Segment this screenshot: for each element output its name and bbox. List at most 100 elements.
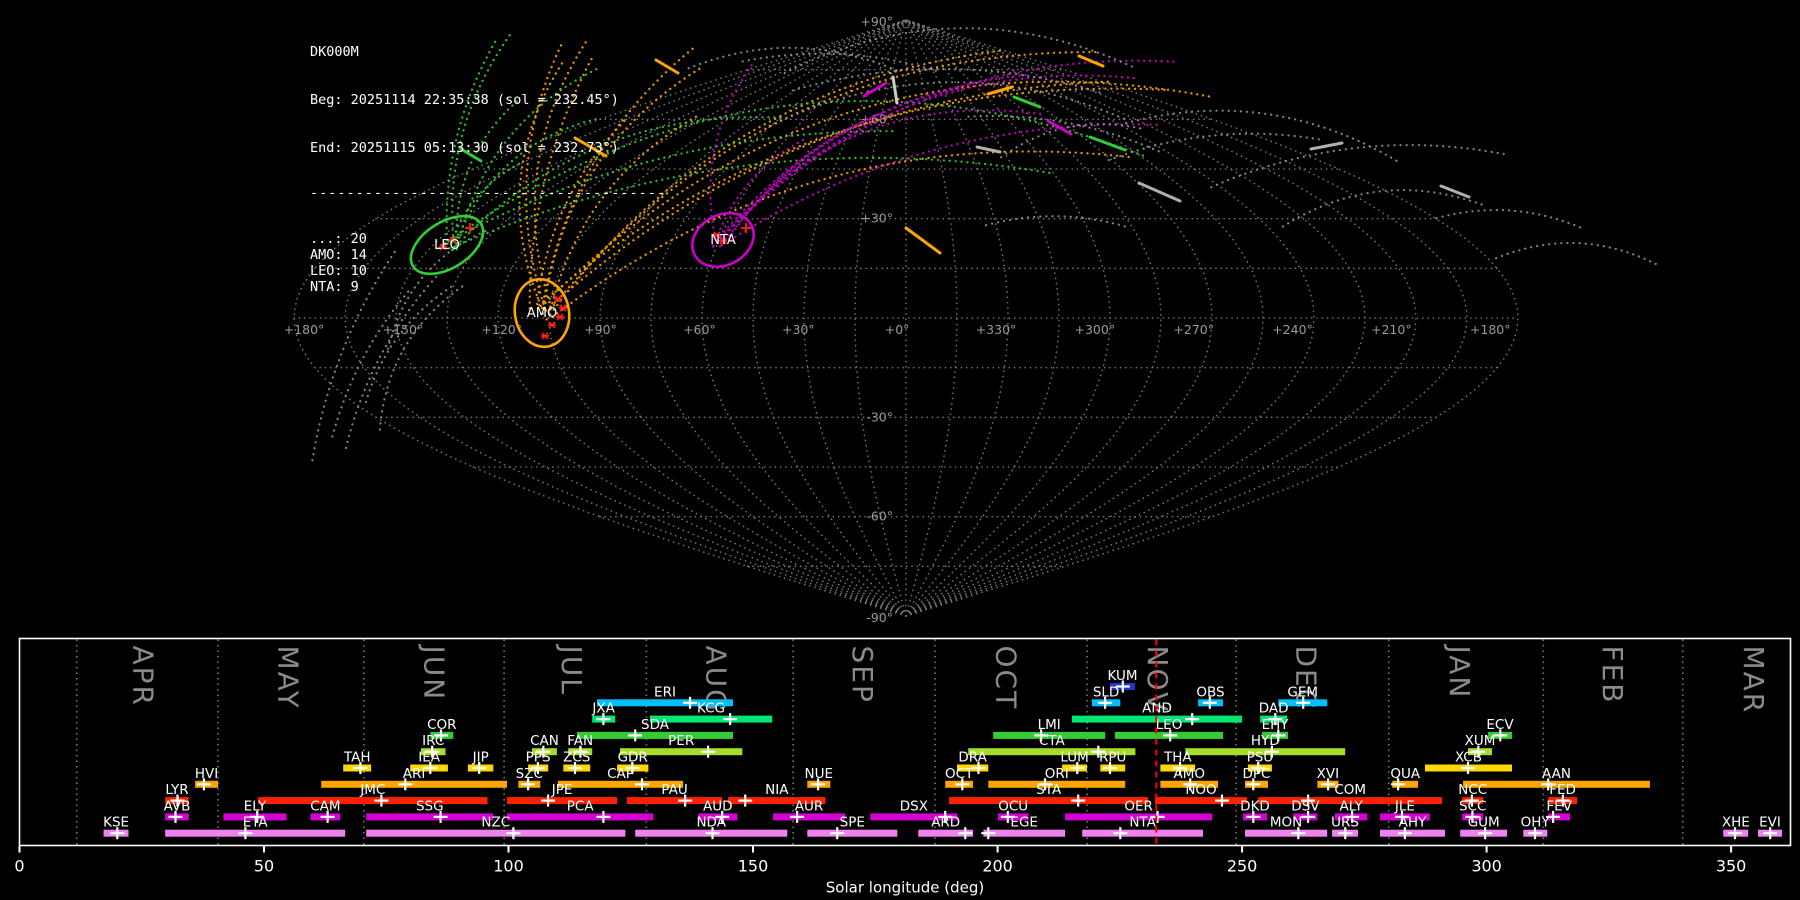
shower-TAH: TAH <box>343 750 372 774</box>
shower-bar-ETA <box>165 829 346 837</box>
lon-label: +30° <box>782 322 815 337</box>
shower-label-ECV: ECV <box>1486 717 1514 733</box>
shower-KSE: KSE <box>103 815 129 840</box>
shower-label-ALY: ALY <box>1339 798 1363 814</box>
shower-label-ZCS: ZCS <box>563 750 590 766</box>
meteor-streak <box>1088 135 1127 152</box>
shower-label-LEO: LEO <box>1156 717 1183 733</box>
shower-label-CAN: CAN <box>530 733 559 749</box>
x-tick-label: 200 <box>982 857 1013 876</box>
shower-XCB: XCB <box>1425 750 1512 774</box>
shower-counts: ...: 20 AMO: 14 LEO: 10 NTA: 9 <box>310 231 666 295</box>
shower-label-PSU: PSU <box>1247 750 1274 766</box>
shower-label-TAH: TAH <box>343 750 371 766</box>
meteor-streak <box>891 75 899 105</box>
shower-label-CTA: CTA <box>1039 733 1066 749</box>
shower-label-PER: PER <box>668 733 694 749</box>
shower-SZC: SZC <box>516 766 543 791</box>
shower-label-ELY: ELY <box>244 798 267 814</box>
shower-FEV: FEV <box>1546 798 1573 823</box>
lat-label: +30° <box>860 211 893 226</box>
shower-label-GDR: GDR <box>618 750 648 766</box>
shower-label-IRC: IRC <box>422 733 444 749</box>
shower-QUA: QUA <box>1390 766 1421 791</box>
x-tick-label: 50 <box>254 857 274 876</box>
lon-label: +240° <box>1272 322 1313 337</box>
shower-label-RPU: RPU <box>1099 750 1126 766</box>
shower-bar-SDA <box>577 731 733 739</box>
shower-label-FEV: FEV <box>1546 798 1572 814</box>
shower-label-KSE: KSE <box>103 815 129 831</box>
observation-info-panel: DK000M Beg: 20251114 22:35:38 (sol = 232… <box>310 12 666 327</box>
shower-label-SDA: SDA <box>641 717 670 733</box>
shower-label-OHY: OHY <box>1521 815 1551 831</box>
end-time-line: End: 20251115 05:13:30 (sol = 232.73°) <box>310 140 619 156</box>
month-label-SEP: SEP <box>846 646 879 704</box>
shower-label-NCC: NCC <box>1458 782 1487 798</box>
shower-label-JIP: JIP <box>472 750 489 766</box>
shower-label-COM: COM <box>1334 782 1366 798</box>
shower-label-ETA: ETA <box>243 815 269 831</box>
meteor-streak <box>862 81 888 98</box>
radiant-NTA: NTA <box>691 211 755 269</box>
shower-label-OCU: OCU <box>998 798 1028 814</box>
shower-label-DSV: DSV <box>1291 798 1320 814</box>
x-tick-label: 300 <box>1471 857 1502 876</box>
count-line: LEO: 10 <box>310 263 367 279</box>
shower-label-JPE: JPE <box>551 782 573 798</box>
shower-label-AMO: AMO <box>1174 766 1206 782</box>
shower-label-EVI: EVI <box>1759 815 1781 831</box>
meteor-streak <box>1137 181 1182 203</box>
shower-bar-STA <box>949 797 1149 805</box>
shower-label-DSX: DSX <box>900 798 928 814</box>
shower-bar-SSG <box>366 813 494 821</box>
shower-label-URS: URS <box>1331 815 1359 831</box>
x-tick-label: 0 <box>14 857 24 876</box>
shower-label-HVI: HVI <box>195 766 218 782</box>
lat-label: -60° <box>866 509 893 524</box>
shower-DPC: DPC <box>1243 766 1271 791</box>
shower-bar-ARI <box>321 780 507 788</box>
shower-label-PAU: PAU <box>661 782 687 798</box>
shower-label-AVB: AVB <box>164 798 191 814</box>
shower-label-JLE: JLE <box>1394 798 1415 814</box>
shower-label-NTA: NTA <box>1129 815 1156 831</box>
shower-DKD: DKD <box>1240 798 1270 823</box>
shower-label-AHY: AHY <box>1399 815 1427 831</box>
shower-label-ARD: ARD <box>931 815 960 831</box>
lon-label: +0° <box>885 322 910 337</box>
meteor-streak <box>1012 95 1042 109</box>
shower-label-AUR: AUR <box>795 798 824 814</box>
count-line: ...: 20 <box>310 231 367 247</box>
shower-OCT: OCT <box>945 766 974 791</box>
shower-AVB: AVB <box>164 798 191 823</box>
shower-label-JMC: JMC <box>359 782 385 798</box>
shower-NUE: NUE <box>805 766 833 791</box>
shower-label-NDA: NDA <box>696 815 726 831</box>
shower-bar-MON <box>1245 829 1328 837</box>
meteor-streak <box>1439 184 1471 199</box>
lon-label: +300° <box>1075 322 1116 337</box>
shower-label-OER: OER <box>1124 798 1153 814</box>
shower-bar-AHY <box>1380 829 1445 837</box>
shower-label-XVI: XVI <box>1317 766 1339 782</box>
shower-OHY: OHY <box>1521 815 1551 840</box>
shower-bar-EGE <box>983 829 1066 837</box>
shower-label-PCA: PCA <box>567 798 595 814</box>
shower-JIP: JIP <box>467 750 494 774</box>
radiant-star-marker <box>541 332 549 340</box>
count-line: NTA: 9 <box>310 279 359 295</box>
count-line: AMO: 14 <box>310 247 367 263</box>
shower-bar-AUR <box>773 813 845 821</box>
x-axis-title: Solar longitude (deg) <box>826 879 984 897</box>
shower-label-DPC: DPC <box>1243 766 1271 782</box>
shower-label-THA: THA <box>1163 750 1192 766</box>
shower-label-EGE: EGE <box>1010 815 1038 831</box>
shower-label-XHE: XHE <box>1722 815 1750 831</box>
meteor-streak <box>1309 141 1344 151</box>
month-label-OCT: OCT <box>989 646 1022 711</box>
shower-label-PPS: PPS <box>526 750 551 766</box>
lon-label: +210° <box>1371 322 1412 337</box>
x-tick-label: 100 <box>493 857 524 876</box>
lat-label: -90° <box>866 610 893 625</box>
